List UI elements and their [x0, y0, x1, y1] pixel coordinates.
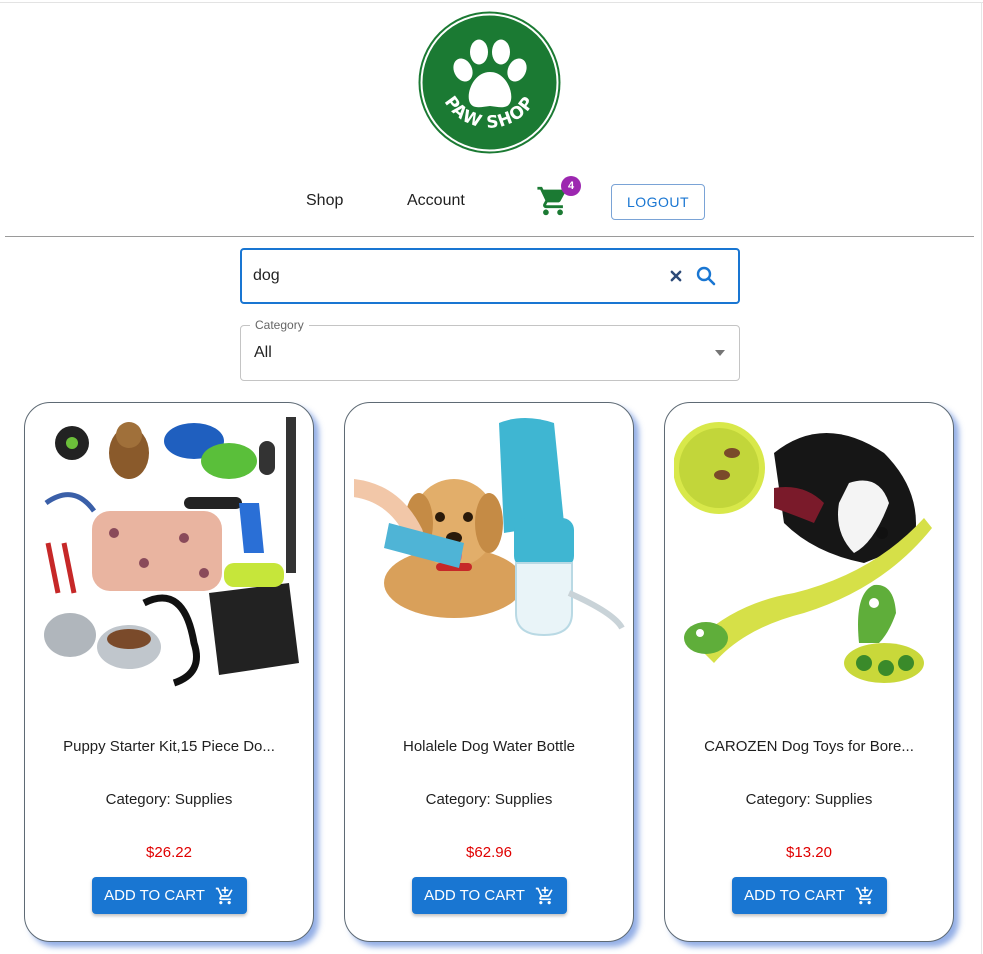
dog-toy-snake-image — [674, 413, 946, 689]
add-shopping-cart-icon — [215, 886, 233, 904]
product-title[interactable]: Puppy Starter Kit,15 Piece Do... — [25, 738, 313, 755]
search-icon[interactable] — [694, 264, 718, 288]
paw-shop-logo: PAW SHOP — [418, 11, 561, 154]
logout-button[interactable]: LOGOUT — [611, 184, 705, 220]
product-title[interactable]: Holalele Dog Water Bottle — [345, 738, 633, 755]
top-border — [0, 2, 983, 3]
nav-account-link[interactable]: Account — [407, 192, 465, 210]
product-title[interactable]: CAROZEN Dog Toys for Bore... — [665, 738, 953, 755]
category-label: Category — [250, 318, 309, 332]
add-to-cart-button[interactable]: ADD TO CART — [92, 877, 247, 914]
add-to-cart-button[interactable]: ADD TO CART — [412, 877, 567, 914]
chevron-down-icon — [715, 350, 725, 356]
product-card: Puppy Starter Kit,15 Piece Do... Categor… — [24, 402, 314, 942]
product-category: Category: Supplies — [105, 791, 233, 808]
product-card: CAROZEN Dog Toys for Bore... Category: S… — [664, 402, 954, 942]
right-border — [981, 2, 982, 954]
category-select[interactable]: Category All — [240, 318, 740, 381]
puppy-starter-kit-image — [34, 413, 306, 689]
product-category: Category: Supplies — [745, 791, 873, 808]
add-shopping-cart-icon — [855, 886, 873, 904]
nav-divider — [5, 236, 974, 237]
add-shopping-cart-icon — [535, 886, 553, 904]
add-to-cart-label: ADD TO CART — [104, 887, 205, 904]
clear-icon[interactable] — [666, 266, 686, 286]
cart-count-badge: 4 — [561, 176, 581, 196]
product-category: Category: Supplies — [425, 791, 553, 808]
search-input[interactable] — [253, 264, 653, 288]
add-to-cart-label: ADD TO CART — [744, 887, 845, 904]
category-value: All — [254, 344, 272, 361]
product-price: $13.20 — [786, 844, 832, 861]
add-to-cart-label: ADD TO CART — [424, 887, 525, 904]
search-box — [240, 248, 740, 304]
nav-shop-link[interactable]: Shop — [306, 192, 343, 210]
product-card: Holalele Dog Water Bottle Category: Supp… — [344, 402, 634, 942]
dog-water-bottle-image — [354, 413, 626, 689]
add-to-cart-button[interactable]: ADD TO CART — [732, 877, 887, 914]
product-price: $62.96 — [466, 844, 512, 861]
product-price: $26.22 — [146, 844, 192, 861]
